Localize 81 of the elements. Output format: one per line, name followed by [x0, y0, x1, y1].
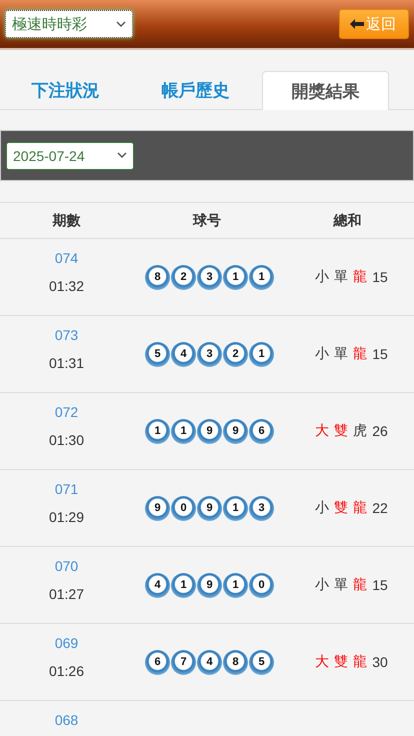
- game-select[interactable]: 極速時時彩: [5, 10, 133, 38]
- number-ball: 9: [223, 418, 248, 444]
- number-ball: 1: [249, 342, 274, 366]
- number-ball: 1: [223, 264, 248, 290]
- result-tag: 龍: [353, 345, 368, 363]
- number-ball: 6: [249, 418, 274, 444]
- number-ball: 6: [145, 650, 170, 674]
- draw-time: 01:27: [48, 586, 84, 602]
- number-ball: 3: [197, 264, 222, 290]
- column-header: 總和: [334, 212, 362, 230]
- result-tag: 虎: [353, 422, 368, 440]
- sum-total: 26: [372, 423, 388, 439]
- number-ball: 2: [171, 264, 196, 290]
- result-tag: 單: [334, 576, 348, 594]
- number-ball: 5: [249, 650, 274, 674]
- number-ball: 1: [171, 418, 196, 444]
- sum-total: 15: [372, 269, 388, 285]
- number-ball: 9: [197, 418, 222, 444]
- tab[interactable]: 開獎結果: [262, 71, 389, 110]
- chevron-down-icon: [116, 20, 126, 28]
- result-tag: 龍: [353, 653, 368, 671]
- result-tag: 龍: [353, 268, 368, 286]
- period-link[interactable]: 068: [54, 712, 78, 728]
- column-header: 期數: [52, 212, 80, 230]
- number-ball: 0: [171, 496, 196, 520]
- result-tag: 大: [315, 653, 330, 671]
- tab[interactable]: 帳戶歷史: [132, 71, 259, 109]
- result-tag: 雙: [334, 653, 348, 671]
- draw-time: 01:26: [48, 663, 84, 679]
- number-ball: 5: [145, 342, 170, 366]
- number-ball: 3: [197, 342, 222, 366]
- result-tag: 小: [315, 345, 330, 363]
- number-ball: 4: [197, 650, 222, 674]
- number-ball: 0: [249, 572, 274, 598]
- result-tag: 小: [315, 499, 330, 517]
- number-ball: 2: [223, 342, 248, 366]
- sum-total: 15: [372, 577, 388, 593]
- result-tag: 單: [334, 268, 348, 286]
- result-tag: 雙: [334, 422, 348, 440]
- number-ball: 9: [145, 496, 170, 520]
- number-ball: 8: [145, 264, 170, 290]
- number-ball: 8: [223, 650, 248, 674]
- result-tag: 小: [315, 576, 330, 594]
- date-select-value: 2025-07-24: [13, 148, 85, 164]
- result-tag: 大: [315, 422, 330, 440]
- draw-time: 01:31: [48, 355, 84, 371]
- sum-total: 22: [372, 500, 388, 516]
- draw-time: 01:30: [48, 432, 84, 448]
- period-link[interactable]: 069: [54, 635, 78, 651]
- number-ball: 4: [145, 572, 170, 598]
- period-link[interactable]: 072: [54, 404, 78, 420]
- result-tag: 小: [315, 268, 330, 286]
- period-link[interactable]: 070: [54, 558, 78, 574]
- result-tag: 雙: [334, 499, 348, 517]
- tab[interactable]: 下注狀況: [2, 71, 129, 109]
- number-ball: 7: [171, 650, 196, 674]
- chevron-down-icon: [117, 152, 127, 159]
- period-link[interactable]: 071: [54, 481, 78, 497]
- back-button[interactable]: 返回: [339, 9, 409, 39]
- number-ball: 9: [197, 572, 222, 598]
- result-tag: 單: [334, 345, 348, 363]
- number-ball: 9: [197, 496, 222, 520]
- result-tag: 龍: [353, 576, 368, 594]
- number-ball: 1: [223, 496, 248, 520]
- number-ball: 1: [171, 572, 196, 598]
- period-link[interactable]: 073: [54, 327, 78, 343]
- game-select-value: 極速時時彩: [12, 14, 87, 34]
- draw-time: 01:32: [48, 278, 84, 294]
- sum-total: 30: [372, 654, 388, 670]
- number-ball: 4: [171, 342, 196, 366]
- number-ball: 1: [145, 418, 170, 444]
- number-ball: 1: [249, 264, 274, 290]
- sum-total: 15: [372, 346, 388, 362]
- date-select[interactable]: 2025-07-24: [6, 142, 134, 170]
- period-link[interactable]: 074: [54, 250, 78, 266]
- result-tag: 龍: [353, 499, 368, 517]
- number-ball: 1: [223, 572, 248, 598]
- number-ball: 3: [249, 496, 274, 520]
- column-header: 球号: [193, 212, 221, 230]
- arrow-left-icon: [350, 19, 364, 29]
- draw-time: 01:29: [48, 509, 84, 525]
